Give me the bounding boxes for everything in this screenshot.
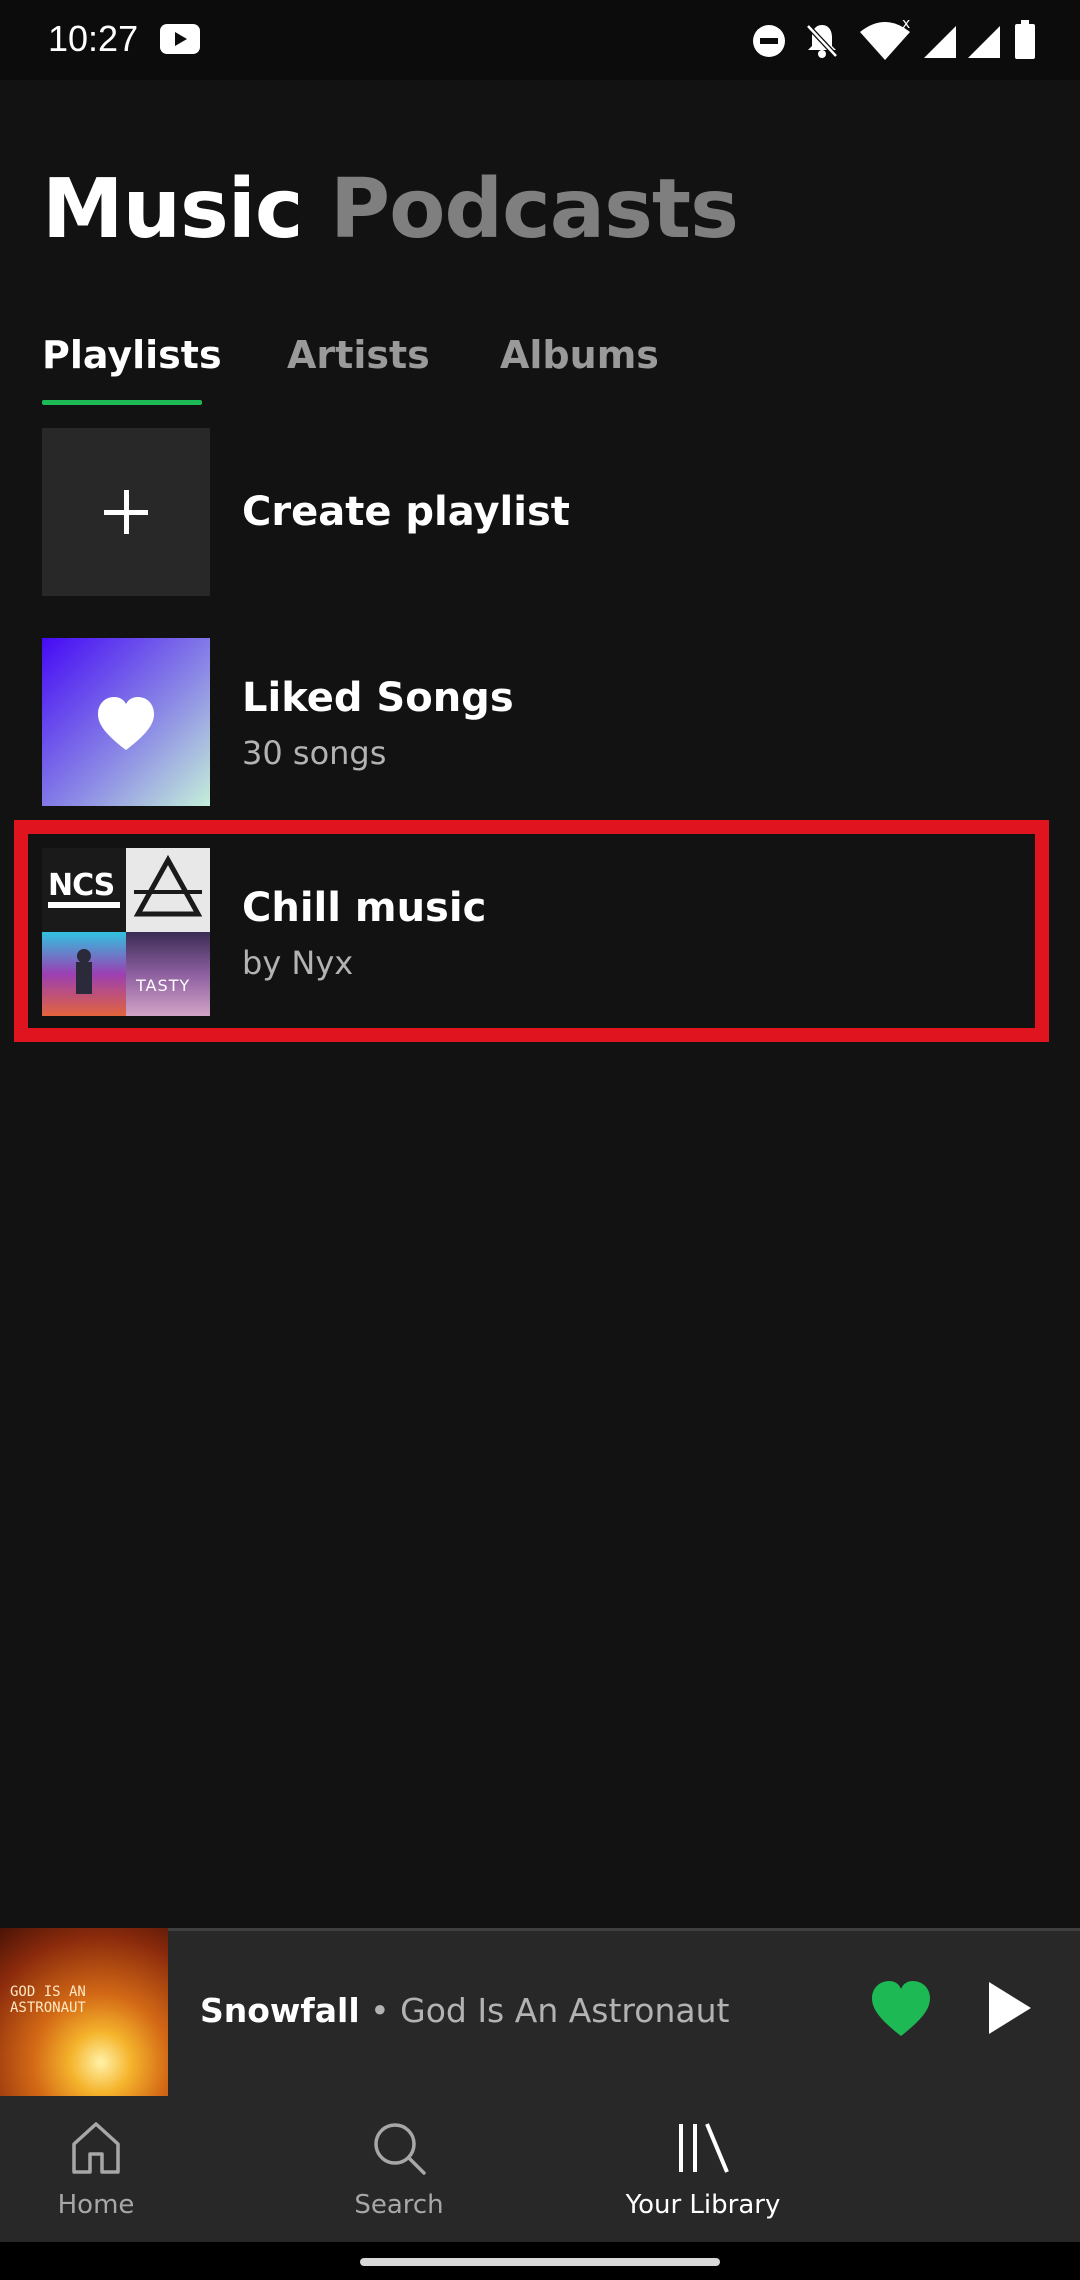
nav-search[interactable]: Search [259, 2096, 539, 2242]
plus-icon [104, 490, 148, 534]
battery-icon [1015, 20, 1035, 59]
status-time: 10:27 [48, 18, 139, 59]
now-playing-cover[interactable]: GOD IS AN ASTRONAUT [0, 1928, 168, 2096]
nav-your-library[interactable]: Your Library [563, 2096, 843, 2242]
liked-songs-thumb [42, 638, 210, 806]
youtube-icon [160, 24, 200, 54]
track-title: Snowfall [200, 1991, 360, 2030]
tab-podcasts[interactable]: Podcasts [330, 160, 739, 260]
track-separator: • [359, 1991, 401, 2030]
library-icon [679, 2123, 729, 2173]
cover-text: GOD IS AN ASTRONAUT [10, 1984, 86, 2016]
nav-home-label: Home [57, 2190, 135, 2220]
signal-icon [924, 26, 956, 58]
gesture-area [0, 2242, 1080, 2280]
nav-home[interactable]: Home [0, 2096, 236, 2242]
liked-songs-item[interactable]: Liked Songs 30 songs [42, 638, 1042, 806]
highlight-box [14, 820, 1049, 1042]
wifi-icon: x [860, 20, 910, 60]
notifications-off-icon [806, 24, 838, 58]
signal-icon [968, 26, 1000, 58]
svg-text:x: x [902, 20, 910, 32]
create-playlist-thumb [42, 428, 210, 596]
do-not-disturb-icon [753, 25, 785, 57]
home-icon [72, 2122, 120, 2174]
now-playing-track[interactable]: Snowfall • God Is An Astronaut [200, 1988, 729, 2034]
search-icon [374, 2123, 426, 2175]
tab-artists[interactable]: Artists [287, 330, 430, 380]
nav-your-library-label: Your Library [625, 2190, 781, 2220]
create-playlist-button[interactable]: Create playlist [42, 428, 1042, 596]
active-tab-indicator [42, 400, 202, 405]
create-playlist-label: Create playlist [242, 489, 570, 535]
play-icon[interactable] [985, 1978, 1035, 2038]
track-artist: God Is An Astronaut [400, 1991, 730, 2030]
bottom-nav: Home Search Your Library [0, 2096, 1080, 2242]
tab-playlists[interactable]: Playlists [42, 330, 222, 380]
status-icons: x [752, 18, 1052, 62]
nav-search-label: Search [354, 2190, 444, 2220]
like-heart-icon[interactable] [870, 1980, 932, 2038]
tab-music[interactable]: Music [42, 160, 303, 260]
gesture-handle[interactable] [360, 2258, 720, 2266]
liked-songs-count: 30 songs [242, 734, 387, 772]
liked-songs-title: Liked Songs [242, 675, 514, 721]
heart-icon [98, 697, 154, 750]
tab-albums[interactable]: Albums [500, 330, 659, 380]
now-playing-bar[interactable]: GOD IS AN ASTRONAUT Snowfall • God Is An… [0, 1928, 1080, 2096]
status-bar: 10:27 x [0, 0, 1080, 80]
